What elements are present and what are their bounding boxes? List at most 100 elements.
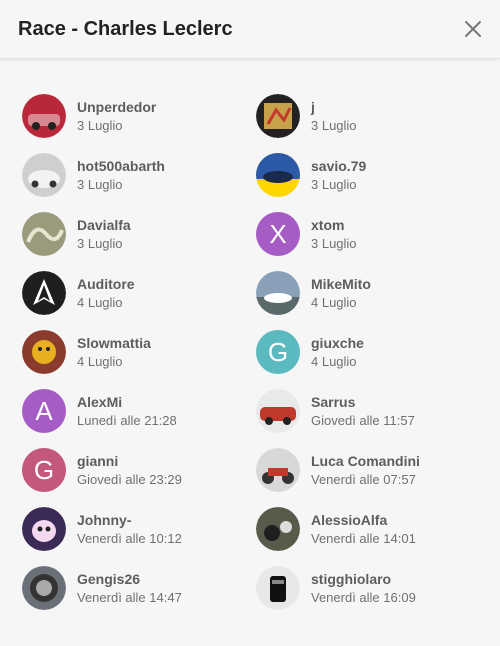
user-name[interactable]: AlessioAlfa [311,513,416,527]
reaction-date: Venerdì alle 07:57 [311,472,416,487]
user-item[interactable]: Davialfa 3 Luglio [22,212,256,256]
reaction-date: 3 Luglio [77,177,123,192]
avatar[interactable] [22,507,66,551]
avatar[interactable] [22,330,66,374]
avatar-image [256,566,300,610]
user-info: stigghiolaro Venerdì alle 16:09 [311,572,416,604]
user-info: xtom 3 Luglio [311,218,357,250]
user-name[interactable]: MikeMito [311,277,371,291]
avatar[interactable]: X [256,212,300,256]
reaction-date: Lunedì alle 21:28 [77,413,177,428]
user-name[interactable]: Unperdedor [77,100,156,114]
avatar-image [22,271,66,315]
user-name[interactable]: Luca Comandini [311,454,420,468]
user-item[interactable]: stigghiolaro Venerdì alle 16:09 [256,566,490,610]
user-item[interactable]: MikeMito 4 Luglio [256,271,490,315]
user-name[interactable]: stigghiolaro [311,572,416,586]
avatar-image [256,389,300,433]
user-name[interactable]: hot500abarth [77,159,165,173]
user-info: Sarrus Giovedì alle 11:57 [311,395,415,427]
avatar[interactable] [256,94,300,138]
user-item[interactable]: Gengis26 Venerdì alle 14:47 [22,566,256,610]
avatar[interactable] [256,507,300,551]
reaction-date: Venerdì alle 16:09 [311,590,416,605]
user-name[interactable]: Sarrus [311,395,415,409]
avatar-image [256,271,300,315]
user-info: Davialfa 3 Luglio [77,218,131,250]
user-name[interactable]: AlexMi [77,395,177,409]
avatar[interactable] [22,566,66,610]
reaction-date: 3 Luglio [311,236,357,251]
user-name[interactable]: Slowmattia [77,336,151,350]
user-info: hot500abarth 3 Luglio [77,159,165,191]
avatar-image [22,153,66,197]
user-item[interactable]: Sarrus Giovedì alle 11:57 [256,389,490,433]
avatar-image [22,566,66,610]
reactions-modal: Race - Charles Leclerc Unperdedor 3 Lugli… [0,0,500,646]
avatar-image [256,448,300,492]
user-name[interactable]: Auditore [77,277,135,291]
user-name[interactable]: xtom [311,218,357,232]
user-list: Unperdedor 3 Luglio j 3 Luglio hot500abarth 3… [0,59,500,610]
user-item[interactable]: Ggiuxche 4 Luglio [256,330,490,374]
user-item[interactable]: Luca Comandini Venerdì alle 07:57 [256,448,490,492]
avatar-image [256,507,300,551]
avatar[interactable] [256,448,300,492]
user-name[interactable]: giuxche [311,336,364,350]
user-item[interactable]: AlessioAlfa Venerdì alle 14:01 [256,507,490,551]
reaction-date: Giovedì alle 23:29 [77,472,182,487]
avatar[interactable]: A [22,389,66,433]
user-item[interactable]: hot500abarth 3 Luglio [22,153,256,197]
user-item[interactable]: Johnny- Venerdì alle 10:12 [22,507,256,551]
user-info: MikeMito 4 Luglio [311,277,371,309]
avatar[interactable] [22,153,66,197]
reaction-date: 4 Luglio [311,354,357,369]
user-name[interactable]: Davialfa [77,218,131,232]
avatar-image [22,94,66,138]
avatar[interactable] [22,271,66,315]
user-info: gianni Giovedì alle 23:29 [77,454,182,486]
user-item[interactable]: Xxtom 3 Luglio [256,212,490,256]
user-info: Slowmattia 4 Luglio [77,336,151,368]
user-name[interactable]: Johnny- [77,513,182,527]
avatar[interactable]: G [256,330,300,374]
user-info: AlexMi Lunedì alle 21:28 [77,395,177,427]
user-name[interactable]: j [311,100,357,114]
avatar[interactable] [22,94,66,138]
avatar-image [256,94,300,138]
avatar-image [22,212,66,256]
user-name[interactable]: savio.79 [311,159,366,173]
user-item[interactable]: Slowmattia 4 Luglio [22,330,256,374]
user-name[interactable]: Gengis26 [77,572,182,586]
user-item[interactable]: j 3 Luglio [256,94,490,138]
avatar[interactable] [256,389,300,433]
reaction-date: 3 Luglio [77,118,123,133]
avatar-image [22,507,66,551]
user-info: j 3 Luglio [311,100,357,132]
avatar[interactable] [22,212,66,256]
avatar-image [22,330,66,374]
user-item[interactable]: Auditore 4 Luglio [22,271,256,315]
user-info: Unperdedor 3 Luglio [77,100,156,132]
user-item[interactable]: savio.79 3 Luglio [256,153,490,197]
avatar-image [256,153,300,197]
user-name[interactable]: gianni [77,454,182,468]
reaction-date: 3 Luglio [77,236,123,251]
avatar[interactable] [256,153,300,197]
user-info: Auditore 4 Luglio [77,277,135,309]
reaction-date: Venerdì alle 14:47 [77,590,182,605]
user-item[interactable]: Ggianni Giovedì alle 23:29 [22,448,256,492]
reaction-date: 4 Luglio [77,295,123,310]
modal-title: Race - Charles Leclerc [18,17,233,40]
avatar[interactable]: G [22,448,66,492]
reaction-date: Venerdì alle 14:01 [311,531,416,546]
user-item[interactable]: Unperdedor 3 Luglio [22,94,256,138]
avatar[interactable] [256,566,300,610]
reaction-date: Venerdì alle 10:12 [77,531,182,546]
reaction-date: 4 Luglio [77,354,123,369]
close-button[interactable] [462,18,484,40]
user-item[interactable]: A AlexMi Lunedì alle 21:28 [22,389,256,433]
reaction-date: 4 Luglio [311,295,357,310]
avatar[interactable] [256,271,300,315]
close-icon[interactable] [464,20,482,38]
